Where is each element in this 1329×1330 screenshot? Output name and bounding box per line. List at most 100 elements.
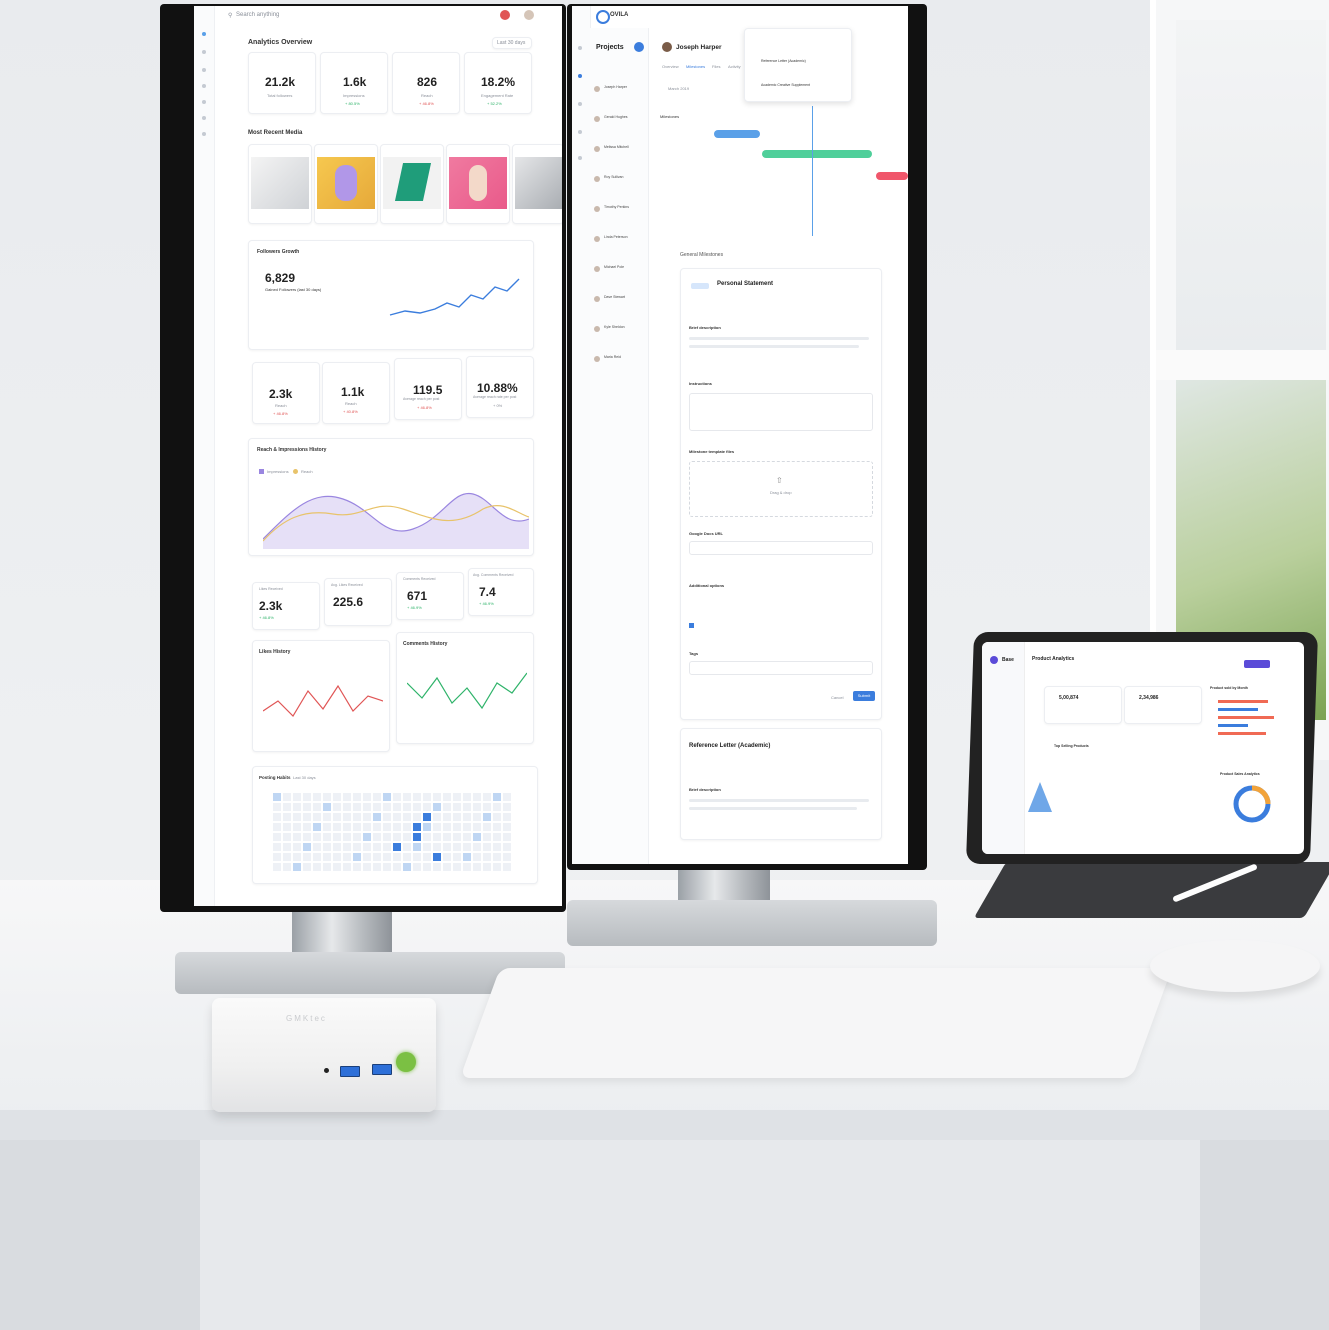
list-item[interactable]: Timothy Perkins — [594, 204, 646, 216]
heatmap-cell — [273, 813, 281, 821]
list-item[interactable]: Gerald Hughes — [594, 114, 646, 126]
milestone-title: Personal Statement — [717, 281, 774, 287]
heatmap-cell — [453, 803, 461, 811]
media-card[interactable] — [512, 144, 562, 224]
media-card[interactable] — [314, 144, 378, 224]
period-select[interactable]: Last 30 days — [492, 37, 532, 49]
heatmap-cell — [503, 793, 511, 801]
media-card[interactable] — [248, 144, 312, 224]
heatmap-cell — [473, 793, 481, 801]
media-card[interactable] — [446, 144, 510, 224]
avatar — [594, 356, 600, 362]
nav-doc-icon[interactable] — [578, 130, 582, 134]
popup-item[interactable]: Academic Creative Supplement — [761, 83, 810, 87]
tablet-screen: Base Product Analytics 5,00,874 2,34,986… — [982, 642, 1304, 854]
gantt-bar[interactable] — [876, 172, 908, 180]
search-input[interactable]: Search anything — [236, 12, 279, 18]
heatmap-cell — [303, 803, 311, 811]
right-sidebar — [572, 6, 591, 864]
nav-chart-icon[interactable] — [202, 116, 206, 120]
gantt-bar[interactable] — [762, 150, 872, 158]
list-item[interactable]: Joseph Harper — [594, 84, 646, 96]
tablet-promo-graphic — [1028, 782, 1052, 812]
tab-overview[interactable]: Overview — [662, 64, 679, 69]
nav-folder-icon[interactable] — [578, 46, 582, 50]
heatmap-cell — [303, 813, 311, 821]
tablet-action-button[interactable] — [1244, 660, 1270, 668]
list-item[interactable]: Michael Pole — [594, 264, 646, 276]
heatmap-cell — [283, 793, 291, 801]
nav-star-icon[interactable] — [202, 50, 206, 54]
kpi2-card-reach: 2.3k Reach + 46.8% — [252, 362, 320, 424]
media-card[interactable] — [380, 144, 444, 224]
option-checkbox[interactable] — [689, 623, 694, 628]
kpi2-card-reach-2: 1.1k Reach + 40.8% — [322, 362, 390, 424]
desk-edge — [0, 1110, 1329, 1140]
heatmap-cell — [323, 863, 331, 871]
tags-input[interactable] — [689, 661, 873, 675]
heatmap-cell — [463, 863, 471, 871]
cancel-button[interactable]: Cancel — [831, 695, 843, 700]
heatmap-cell — [353, 853, 361, 861]
heatmap-cell — [313, 853, 321, 861]
add-project-button[interactable] — [634, 42, 644, 52]
heatmap-cell — [413, 823, 421, 831]
power-button-icon[interactable] — [396, 1052, 416, 1072]
nav-list-icon[interactable] — [202, 84, 206, 88]
nav-file-icon[interactable] — [202, 68, 206, 72]
search-popup: Reference Letter (Academic) Academic Cre… — [744, 28, 852, 102]
list-item[interactable]: Maria Reid — [594, 354, 646, 366]
brand-logo-icon — [596, 10, 610, 24]
google-docs-input[interactable] — [689, 541, 873, 555]
gantt-bar[interactable] — [714, 130, 760, 138]
heatmap-cell — [453, 853, 461, 861]
heatmap-cell — [403, 803, 411, 811]
comments-history-card: Comments History — [396, 632, 534, 744]
tab-milestones[interactable]: Milestones — [686, 64, 705, 69]
kpi-card-engagement: 18.2% Engagement Rate + 52.2% — [464, 52, 532, 114]
general-milestones-title: General Milestones — [680, 252, 724, 258]
heatmap-cell — [353, 843, 361, 851]
kpi-card-impressions: 1.6k Impressions + 80.5% — [320, 52, 388, 114]
heatmap-cell — [313, 793, 321, 801]
list-item[interactable]: Dave Stewart — [594, 294, 646, 306]
likes-history-card: Likes History — [252, 640, 390, 752]
submit-button[interactable]: Submit — [853, 691, 875, 701]
nav-settings-icon[interactable] — [202, 132, 206, 136]
nav-calendar-icon[interactable] — [578, 102, 582, 106]
nav-settings-icon[interactable] — [578, 156, 582, 160]
avatar[interactable] — [524, 10, 534, 20]
avatar — [594, 176, 600, 182]
usb-port[interactable] — [372, 1064, 392, 1075]
heatmap-cell — [373, 803, 381, 811]
month-label: March 2019 — [668, 86, 690, 91]
nav-grid-icon[interactable] — [202, 100, 206, 104]
list-item-label: Gerald Hughes — [604, 115, 628, 119]
nav-home-icon[interactable] — [202, 32, 206, 36]
instructions-input[interactable] — [689, 393, 873, 431]
heatmap-cell — [293, 823, 301, 831]
heatmap-cell — [433, 843, 441, 851]
audio-jack[interactable] — [324, 1068, 329, 1073]
list-item[interactable]: Melissa Mitchell — [594, 144, 646, 156]
left-screen: ⚲ Search anything Analytics Overview Las… — [194, 6, 562, 906]
heatmap-cell — [423, 833, 431, 841]
heatmap-cell — [423, 823, 431, 831]
tab-activity[interactable]: Activity — [728, 64, 741, 69]
mini-pc-brand: GMKtec — [286, 1014, 327, 1023]
tab-files[interactable]: Files — [712, 64, 720, 69]
list-item[interactable]: Linda Peterson — [594, 234, 646, 246]
nav-user-icon[interactable] — [578, 74, 582, 78]
heatmap-cell — [373, 823, 381, 831]
notification-badge[interactable] — [500, 10, 510, 20]
list-item[interactable]: Kyle Sheldon — [594, 324, 646, 336]
heatmap-cell — [293, 813, 301, 821]
popup-item[interactable]: Reference Letter (Academic) — [761, 59, 806, 63]
list-item[interactable]: Roy Sullivan — [594, 174, 646, 186]
heatmap-cell — [343, 863, 351, 871]
heatmap-cell — [303, 863, 311, 871]
usb-port[interactable] — [340, 1066, 360, 1077]
file-dropzone[interactable]: ⇧ Drag & drop — [689, 461, 873, 517]
search-icon[interactable]: ⚲ — [228, 12, 232, 19]
heatmap-cell — [423, 793, 431, 801]
